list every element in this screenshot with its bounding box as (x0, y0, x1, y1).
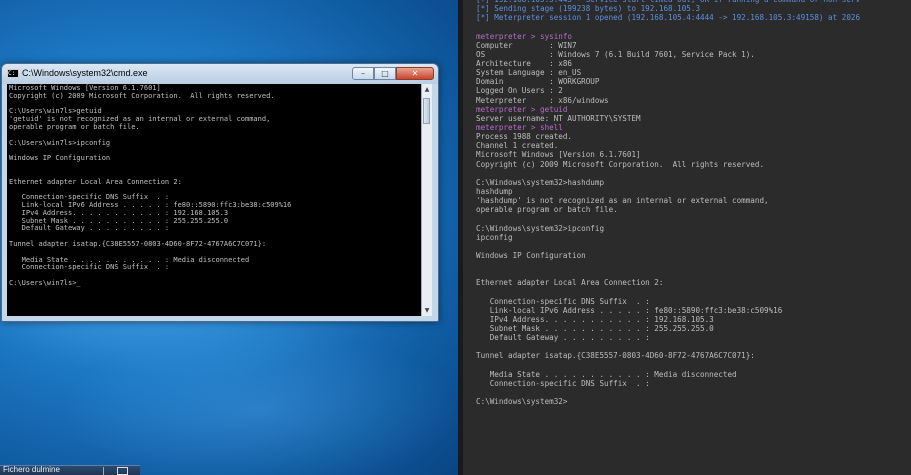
terminal-line: Default Gateway . . . . . . . . . : (476, 333, 650, 343)
terminal-line: operable program or batch file. (476, 205, 618, 215)
terminal-line: Link-local IPv6 Address . . . . . : fe80… (476, 305, 783, 315)
cmd-output: Microsoft Windows [Version 6.1.7601] Copy… (9, 84, 420, 288)
terminal-line: Windows IP Configuration (476, 250, 586, 260)
terminal-line: C:\Windows\system32>hashdump (476, 177, 605, 187)
scroll-down-arrow-icon[interactable]: ▼ (422, 305, 432, 316)
close-button[interactable]: ✕ (396, 67, 434, 80)
show-desktop-icon[interactable] (117, 467, 128, 475)
cmd-line: Copyright (c) 2009 Microsoft Corporation… (9, 91, 275, 100)
terminal-line: C:\Windows\system32>ipconfig (476, 223, 605, 233)
terminal-line: Microsoft Windows [Version 6.1.7601] (476, 150, 641, 160)
taskbar-separator (103, 467, 104, 475)
terminal-line: Computer : WIN7 (476, 40, 577, 50)
windows-desktop: C: C:\Windows\system32\cmd.exe – □ ✕ Mic… (0, 0, 458, 475)
terminal-line: ipconfig (476, 232, 513, 242)
desktop-wallpaper-glow-lower (60, 330, 458, 475)
terminal-line: Process 1988 created. (476, 132, 573, 142)
terminal-line: Copyright (c) 2009 Microsoft Corporation… (476, 159, 765, 169)
terminal-line: Server username: NT AUTHORITY\SYSTEM (476, 113, 641, 123)
cmd-scrollbar[interactable]: ▲ ▼ (421, 84, 432, 316)
terminal-line: Architecture : x86 (476, 58, 573, 68)
terminal-line: Media State . . . . . . . . . . . : Medi… (476, 369, 737, 379)
cmd-line: Default Gateway . . . . . . . . . : (9, 224, 170, 233)
terminal-line: Channel 1 created. (476, 141, 559, 151)
attacker-terminal[interactable]: [+] 192.168.105.3:445 - Service start ti… (463, 0, 911, 475)
cmd-line: operable program or batch file. (9, 122, 140, 131)
cmd-line: Ethernet adapter Local Area Connection 2… (9, 177, 182, 186)
terminal-line: Tunnel adapter isatap.{C38E5557-0803-4D6… (476, 351, 755, 361)
maximize-button[interactable]: □ (374, 67, 396, 80)
terminal-line: Domain : WORKGROUP (476, 77, 600, 87)
terminal-line: meterpreter > sysinfo (476, 31, 573, 41)
cmd-line: C:\Users\win7ls>ipconfig (9, 138, 111, 147)
terminal-line: System Language : en_US (476, 68, 582, 78)
cmd-line: Tunnel adapter isatap.{C38E5557-0803-4D6… (9, 239, 267, 248)
cmd-titlebar[interactable]: C: C:\Windows\system32\cmd.exe – □ ✕ (2, 64, 438, 84)
cmd-console[interactable]: Microsoft Windows [Version 6.1.7601] Copy… (7, 84, 432, 316)
terminal-line: [*] Meterpreter session 1 opened (192.16… (476, 13, 861, 23)
scrollbar-thumb[interactable] (423, 98, 430, 124)
cmd-line: C:\Users\win7ls>_ (9, 278, 81, 287)
terminal-line: Meterpreter : x86/windows (476, 95, 609, 105)
window-controls: – □ ✕ (352, 67, 434, 80)
terminal-line: meterpreter > shell (476, 122, 563, 132)
terminal-line: Subnet Mask . . . . . . . . . . . : 255.… (476, 324, 714, 334)
terminal-line: [*] Sending stage (199238 bytes) to 192.… (476, 4, 701, 14)
minimize-button[interactable]: – (352, 67, 374, 80)
terminal-line: 'hashdump' is not recognized as an inter… (476, 196, 769, 206)
terminal-line: IPv4 Address. . . . . . . . . . . : 192.… (476, 314, 714, 324)
terminal-line: Logged On Users : 2 (476, 86, 563, 96)
cmd-line: Connection-specific DNS Suffix . : (9, 263, 170, 272)
taskbar-item-label[interactable]: Fichero dulmine (3, 465, 60, 474)
terminal-line: meterpreter > getuid (476, 104, 568, 114)
terminal-line: hashdump (476, 186, 513, 196)
terminal-line: Connection-specific DNS Suffix . : (476, 378, 650, 388)
terminal-line: Connection-specific DNS Suffix . : (476, 296, 650, 306)
cmd-line: Windows IP Configuration (9, 154, 111, 163)
terminal-line: OS : Windows 7 (6.1 Build 7601, Service … (476, 49, 755, 59)
cmd-app-icon: C: (7, 69, 19, 78)
terminal-output: [+] 192.168.105.3:445 - Service start ti… (476, 0, 860, 406)
terminal-line: C:\Windows\system32> (476, 397, 568, 407)
cmd-line (9, 163, 420, 171)
taskbar: Fichero dulmine (0, 465, 140, 475)
cmd-window-title: C:\Windows\system32\cmd.exe (22, 68, 148, 78)
cmd-window[interactable]: C: C:\Windows\system32\cmd.exe – □ ✕ Mic… (1, 63, 439, 322)
terminal-line: Ethernet adapter Local Area Connection 2… (476, 278, 664, 288)
scroll-up-arrow-icon[interactable]: ▲ (422, 84, 432, 95)
